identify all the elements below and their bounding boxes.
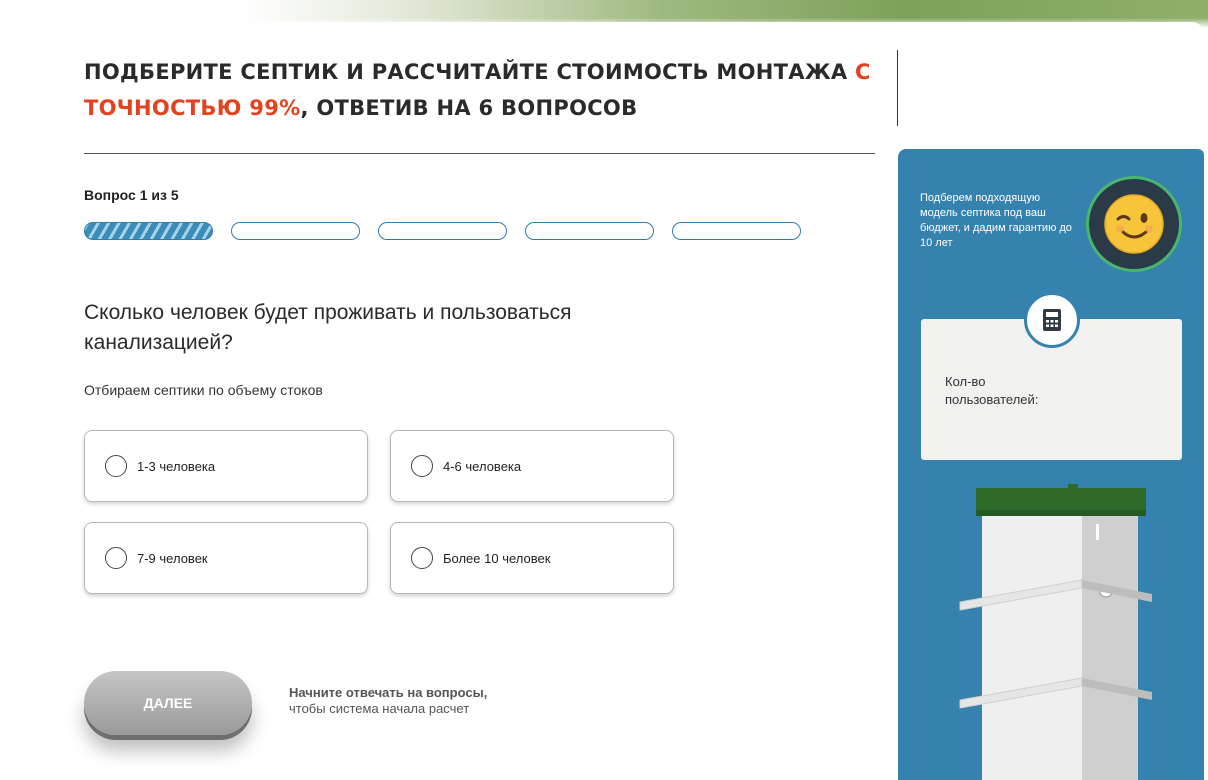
radio-icon[interactable] — [411, 455, 433, 477]
radio-icon[interactable] — [411, 547, 433, 569]
next-hint-rest: чтобы система начала расчет — [289, 701, 470, 716]
option-1-3-people[interactable]: 1-3 человека — [84, 430, 368, 502]
progress-step-5 — [672, 222, 801, 240]
progress-step-1 — [84, 222, 213, 240]
question-title: Сколько человек будет проживать и пользо… — [84, 301, 572, 354]
next-button[interactable]: ДАЛЕЕ — [84, 671, 252, 735]
option-label: 1-3 человека — [137, 458, 216, 474]
sidebar-promo-text: Подберем подходящую модель септика под в… — [920, 192, 1072, 249]
question-hint: Отбираем септики по объему стоков — [84, 382, 323, 398]
option-label: 7-9 человек — [137, 550, 208, 566]
option-4-6-people[interactable]: 4-6 человека — [390, 430, 674, 502]
progress-step-2 — [231, 222, 360, 240]
headline-part1: ПОДБЕРИТЕ СЕПТИК И РАССЧИТАЙТЕ СТОИМОСТЬ… — [84, 60, 856, 84]
question-counter: Вопрос 1 из 5 — [84, 187, 179, 203]
option-10-plus-people[interactable]: Более 10 человек — [390, 522, 674, 594]
calculator-badge — [1024, 292, 1080, 348]
horizontal-divider — [84, 153, 875, 154]
radio-icon[interactable] — [105, 455, 127, 477]
headline-part2: , ОТВЕТИВ НА 6 ВОПРОСОВ — [300, 96, 638, 120]
progress-bar — [84, 222, 801, 240]
calculator-icon — [1043, 309, 1061, 331]
page-title: ПОДБЕРИТЕ СЕПТИК И РАССЧИТАЙТЕ СТОИМОСТЬ… — [84, 54, 874, 126]
progress-step-4 — [525, 222, 654, 240]
summary-sidebar: Подберем подходящую модель септика под в… — [898, 149, 1204, 780]
next-hint: Начните отвечать на вопросы, чтобы систе… — [289, 685, 549, 717]
next-hint-bold: Начните отвечать на вопросы, — [289, 685, 488, 700]
radio-icon[interactable] — [105, 547, 127, 569]
winking-face-icon — [1104, 194, 1164, 254]
option-7-9-people[interactable]: 7-9 человек — [84, 522, 368, 594]
option-label: Более 10 человек — [443, 550, 551, 566]
vertical-divider — [897, 50, 898, 126]
septic-tank-image — [959, 484, 1152, 780]
consultant-avatar — [1086, 176, 1182, 272]
progress-step-3 — [378, 222, 507, 240]
result-users-label: Кол-во пользователей: — [945, 374, 1039, 407]
option-label: 4-6 человека — [443, 458, 522, 474]
